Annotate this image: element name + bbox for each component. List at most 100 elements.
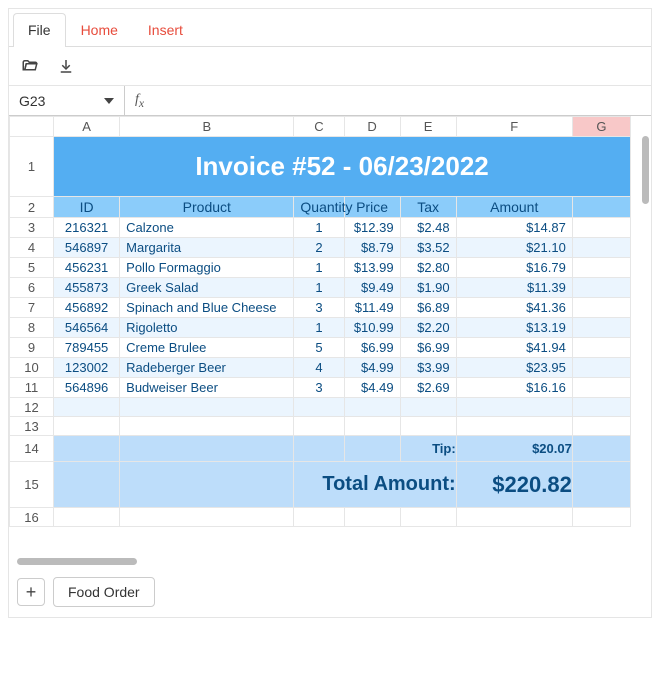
col-header[interactable]: A xyxy=(54,117,120,137)
cell[interactable]: 564896 xyxy=(54,378,120,398)
cell[interactable]: $16.16 xyxy=(456,378,572,398)
cell[interactable]: $8.79 xyxy=(344,238,400,258)
cell[interactable]: Calzone xyxy=(120,218,294,238)
cell[interactable]: Radeberger Beer xyxy=(120,358,294,378)
row-header[interactable]: 5 xyxy=(10,258,54,278)
cell[interactable] xyxy=(344,436,400,462)
grid[interactable]: A B C D E F G 1 Invoice #52 - 06/23/2022… xyxy=(9,116,651,556)
cell[interactable]: $41.36 xyxy=(456,298,572,318)
row-header[interactable]: 6 xyxy=(10,278,54,298)
tab-file[interactable]: File xyxy=(13,13,66,46)
cell[interactable]: $6.99 xyxy=(344,338,400,358)
row-header[interactable]: 12 xyxy=(10,398,54,417)
cell[interactable]: 3 xyxy=(294,378,344,398)
tip-label[interactable]: Tip: xyxy=(400,436,456,462)
cell[interactable] xyxy=(294,436,344,462)
cell[interactable] xyxy=(572,358,630,378)
cell[interactable]: $1.90 xyxy=(400,278,456,298)
cell[interactable] xyxy=(456,417,572,436)
cell[interactable]: $11.49 xyxy=(344,298,400,318)
cell[interactable]: Spinach and Blue Cheese xyxy=(120,298,294,318)
col-header[interactable]: D xyxy=(344,117,400,137)
cell[interactable] xyxy=(572,258,630,278)
cell[interactable]: Pollo Formaggio xyxy=(120,258,294,278)
cell[interactable]: $3.99 xyxy=(400,358,456,378)
col-header[interactable]: F xyxy=(456,117,572,137)
cell[interactable] xyxy=(344,508,400,527)
cell[interactable]: $10.99 xyxy=(344,318,400,338)
sheet-tab[interactable]: Food Order xyxy=(53,577,155,607)
total-value[interactable]: $220.82 xyxy=(456,462,572,508)
cell[interactable]: $4.49 xyxy=(344,378,400,398)
cell[interactable]: Budweiser Beer xyxy=(120,378,294,398)
cell[interactable]: 789455 xyxy=(54,338,120,358)
row-header[interactable]: 16 xyxy=(10,508,54,527)
cell[interactable]: ID xyxy=(54,197,120,218)
cell[interactable] xyxy=(54,398,120,417)
cell[interactable] xyxy=(572,378,630,398)
cell[interactable]: $11.39 xyxy=(456,278,572,298)
cell[interactable] xyxy=(294,508,344,527)
cell[interactable] xyxy=(572,462,630,508)
cell[interactable]: 1 xyxy=(294,278,344,298)
cell[interactable] xyxy=(572,436,630,462)
cell[interactable] xyxy=(400,417,456,436)
cell[interactable]: $16.79 xyxy=(456,258,572,278)
cell[interactable]: Quantity xyxy=(294,197,344,218)
cell[interactable] xyxy=(572,197,630,218)
cell[interactable]: 3 xyxy=(294,298,344,318)
cell[interactable]: 4 xyxy=(294,358,344,378)
cell[interactable]: Margarita xyxy=(120,238,294,258)
cell[interactable]: Creme Brulee xyxy=(120,338,294,358)
cell[interactable] xyxy=(54,417,120,436)
cell[interactable] xyxy=(54,508,120,527)
cell[interactable]: 456892 xyxy=(54,298,120,318)
cell[interactable]: $2.80 xyxy=(400,258,456,278)
vertical-scrollbar[interactable] xyxy=(642,136,649,204)
cell[interactable] xyxy=(344,398,400,417)
cell[interactable]: 1 xyxy=(294,218,344,238)
cell[interactable] xyxy=(572,298,630,318)
cell[interactable]: $13.99 xyxy=(344,258,400,278)
cell[interactable] xyxy=(572,318,630,338)
name-box[interactable]: G23 xyxy=(9,86,125,115)
cell[interactable]: $4.99 xyxy=(344,358,400,378)
row-header[interactable]: 2 xyxy=(10,197,54,218)
row-header[interactable]: 9 xyxy=(10,338,54,358)
row-header[interactable]: 14 xyxy=(10,436,54,462)
cell[interactable] xyxy=(54,436,120,462)
col-header[interactable]: C xyxy=(294,117,344,137)
row-header[interactable]: 15 xyxy=(10,462,54,508)
open-folder-icon[interactable] xyxy=(21,57,39,75)
cell[interactable]: Product xyxy=(120,197,294,218)
row-header[interactable]: 7 xyxy=(10,298,54,318)
cell[interactable]: $2.48 xyxy=(400,218,456,238)
cell[interactable] xyxy=(572,278,630,298)
row-header[interactable]: 3 xyxy=(10,218,54,238)
row-header[interactable]: 11 xyxy=(10,378,54,398)
cell[interactable]: $2.20 xyxy=(400,318,456,338)
download-icon[interactable] xyxy=(57,57,75,75)
cell[interactable]: Amount xyxy=(456,197,572,218)
total-label[interactable]: Total Amount: xyxy=(294,462,456,508)
cell[interactable] xyxy=(294,398,344,417)
cell[interactable] xyxy=(400,508,456,527)
cell[interactable] xyxy=(572,238,630,258)
add-sheet-button[interactable]: + xyxy=(17,578,45,606)
cell[interactable]: $3.52 xyxy=(400,238,456,258)
cell[interactable] xyxy=(572,218,630,238)
cell[interactable] xyxy=(120,398,294,417)
cell[interactable] xyxy=(54,462,120,508)
cell[interactable] xyxy=(120,462,294,508)
row-header[interactable]: 1 xyxy=(10,137,54,197)
cell[interactable] xyxy=(294,417,344,436)
cell[interactable] xyxy=(572,417,630,436)
cell[interactable] xyxy=(120,436,294,462)
cell[interactable]: Greek Salad xyxy=(120,278,294,298)
invoice-title[interactable]: Invoice #52 - 06/23/2022 xyxy=(54,137,631,197)
cell[interactable]: Tax xyxy=(400,197,456,218)
cell[interactable]: 546564 xyxy=(54,318,120,338)
cell[interactable]: 456231 xyxy=(54,258,120,278)
row-header[interactable]: 10 xyxy=(10,358,54,378)
cell[interactable]: $9.49 xyxy=(344,278,400,298)
